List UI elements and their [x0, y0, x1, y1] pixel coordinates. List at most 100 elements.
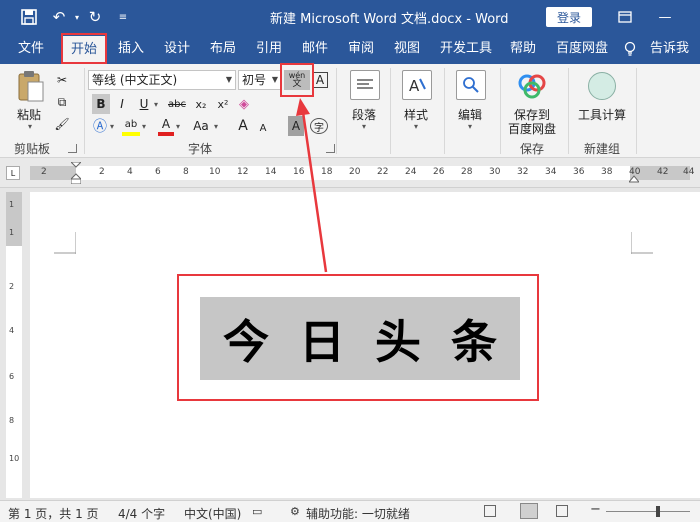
character-shading-button[interactable]: A [288, 116, 304, 136]
title-bar: ↶ ▾ ↻ ≡ 新建 Microsoft Word 文档.docx - Word… [0, 0, 700, 34]
proofing-icon[interactable]: ▭ [252, 505, 262, 518]
redo-icon[interactable]: ↻ [84, 6, 106, 28]
read-mode-icon[interactable] [484, 505, 496, 517]
save-icon[interactable] [18, 6, 40, 28]
tab-help[interactable]: 帮助 [510, 34, 536, 64]
save-to-baidu-button-line2[interactable]: 百度网盘 [508, 120, 556, 137]
grow-font-button[interactable]: A [236, 116, 250, 136]
separator [500, 68, 501, 154]
search-icon[interactable] [456, 70, 486, 100]
highlight-phonetic-guide [280, 63, 314, 97]
tab-selector-icon[interactable]: L [6, 166, 20, 180]
font-color-icon[interactable]: A [158, 116, 174, 136]
font-name-value: 等线 (中文正文) [92, 73, 178, 87]
ruler-tick-label: 6 [155, 167, 161, 177]
tab-design[interactable]: 设计 [164, 34, 190, 64]
ruler-tick-label: 36 [573, 167, 585, 177]
indent-marker-icon[interactable] [69, 161, 83, 185]
text-effects-dropdown-icon[interactable]: ▾ [110, 122, 114, 131]
highlight-icon[interactable]: ab [122, 116, 140, 136]
vertical-ruler-tick-label: 10 [9, 454, 20, 463]
styles-dropdown-icon[interactable]: ▾ [414, 122, 418, 131]
tab-baidu-netdisk[interactable]: 百度网盘 [556, 34, 608, 64]
svg-text:A: A [409, 77, 420, 95]
ruler-left-margin [30, 166, 76, 180]
tab-references[interactable]: 引用 [256, 34, 282, 64]
zoom-slider-thumb[interactable] [656, 506, 660, 517]
tool-calculate-button[interactable]: 工具计算 [578, 106, 626, 123]
clear-formatting-icon[interactable]: ◈ [236, 94, 252, 114]
separator [336, 68, 337, 154]
word-count[interactable]: 4/4 个字 [118, 505, 165, 522]
separator [390, 68, 391, 154]
paragraph-button[interactable]: 段落 [352, 106, 376, 123]
ruler-tick-label: 38 [601, 167, 613, 177]
tab-review[interactable]: 审阅 [348, 34, 374, 64]
highlight-dropdown-icon[interactable]: ▾ [142, 122, 146, 131]
font-name-combo[interactable]: 等线 (中文正文) ▼ [88, 70, 236, 90]
paste-dropdown-icon[interactable]: ▾ [28, 122, 32, 131]
subscript-button[interactable]: x₂ [192, 94, 210, 114]
superscript-button[interactable]: x² [214, 94, 232, 114]
paste-icon[interactable] [16, 70, 46, 104]
underline-button[interactable]: U [136, 94, 152, 114]
enclose-characters-button[interactable]: 字 [310, 118, 328, 134]
change-case-button[interactable]: Aa [190, 116, 212, 136]
format-painter-icon[interactable]: 🖌 [54, 114, 70, 134]
character-border-button[interactable]: A [312, 72, 328, 88]
tool-calculate-icon[interactable] [588, 72, 616, 100]
text-effects-icon[interactable]: Ⓐ [92, 116, 108, 136]
editing-dropdown-icon[interactable]: ▾ [468, 122, 472, 131]
ruler-tick-label: 12 [237, 167, 249, 177]
login-button[interactable]: 登录 [546, 7, 592, 27]
italic-button[interactable]: I [114, 94, 130, 114]
clipboard-group-label: 剪贴板 [14, 142, 51, 156]
paragraph-icon[interactable] [350, 70, 380, 100]
zoom-slider[interactable] [606, 511, 690, 512]
tab-developer[interactable]: 开发工具 [440, 34, 492, 64]
paste-button[interactable]: 粘贴 [17, 106, 41, 123]
vertical-ruler-tick-label: 8 [9, 416, 15, 425]
highlight-home-tab [61, 33, 107, 64]
customize-toolbar-icon[interactable]: ≡ [112, 6, 134, 28]
strikethrough-button[interactable]: abc [166, 94, 188, 114]
ribbon-display-options-icon[interactable] [614, 6, 636, 28]
cut-icon[interactable]: ✂ [54, 70, 70, 90]
ruler-tick-label: 18 [321, 167, 333, 177]
font-launcher-icon[interactable] [326, 144, 335, 153]
bold-button[interactable]: B [92, 94, 110, 114]
styles-icon[interactable]: A [402, 70, 432, 100]
tab-mailings[interactable]: 邮件 [302, 34, 328, 64]
shrink-font-button[interactable]: A [256, 118, 270, 138]
language-indicator[interactable]: 中文(中国) [184, 505, 241, 522]
copy-icon[interactable]: ⧉ [54, 92, 70, 112]
accessibility-status[interactable]: 辅助功能: 一切就绪 [306, 505, 410, 522]
web-layout-icon[interactable] [556, 505, 568, 517]
change-case-dropdown-icon[interactable]: ▾ [214, 122, 218, 131]
tab-file[interactable]: 文件 [18, 34, 44, 64]
clipboard-launcher-icon[interactable] [68, 144, 77, 153]
tab-insert[interactable]: 插入 [118, 34, 144, 64]
editing-button[interactable]: 编辑 [458, 106, 482, 123]
chevron-down-icon: ▼ [271, 75, 278, 84]
vertical-ruler-tick-label: 4 [9, 326, 15, 335]
ruler-tick-label: 26 [433, 167, 445, 177]
zoom-out-icon[interactable]: − [590, 502, 601, 517]
tell-me-search[interactable]: 告诉我 [650, 34, 689, 64]
styles-button[interactable]: 样式 [404, 106, 428, 123]
minimize-icon[interactable]: — [654, 6, 676, 28]
tab-layout[interactable]: 布局 [210, 34, 236, 64]
highlight-text-box [177, 274, 539, 401]
underline-dropdown-icon[interactable]: ▾ [154, 100, 158, 109]
lightbulb-icon[interactable] [624, 34, 640, 64]
separator [568, 68, 569, 154]
baidu-netdisk-icon[interactable] [516, 70, 548, 100]
paragraph-dropdown-icon[interactable]: ▾ [362, 122, 366, 131]
tab-view[interactable]: 视图 [394, 34, 420, 64]
accessibility-icon[interactable]: ⚙ [290, 505, 300, 518]
page-count[interactable]: 第 1 页，共 1 页 [8, 505, 99, 522]
ruler-tick-label: 40 [629, 167, 641, 177]
font-size-combo[interactable]: 初号 ▼ [238, 70, 282, 90]
print-layout-icon[interactable] [520, 503, 538, 519]
font-color-dropdown-icon[interactable]: ▾ [176, 122, 180, 131]
